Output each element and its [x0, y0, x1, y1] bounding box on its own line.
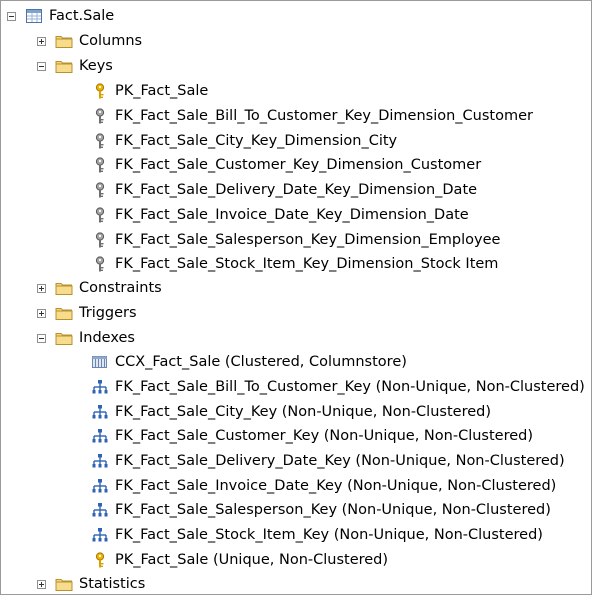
tree-node-label: Triggers: [79, 305, 137, 321]
expand-toggle[interactable]: [37, 308, 46, 318]
tree-node-label: FK_Fact_Sale_Bill_To_Customer_Key (Non-U…: [115, 379, 585, 395]
tree-node-label: FK_Fact_Sale_Customer_Key (Non-Unique, N…: [115, 428, 534, 444]
folder-icon: [55, 305, 73, 321]
foreign-key-icon: [91, 232, 109, 248]
tree-folder-indexes[interactable]: Indexes: [37, 326, 135, 351]
foreign-key-icon: [91, 207, 109, 223]
foreign-key-icon: [91, 157, 109, 173]
nonclustered-index-icon: [91, 527, 109, 543]
tree-folder-constraints[interactable]: Constraints: [37, 276, 162, 301]
tree-node-label: FK_Fact_Sale_City_Key_Dimension_City: [115, 133, 398, 149]
tree-node-label: Statistics: [79, 576, 146, 592]
tree-folder-triggers[interactable]: Triggers: [37, 301, 137, 326]
tree-node-label: FK_Fact_Sale_Salesperson_Key (Non-Unique…: [115, 502, 551, 518]
tree-node-nonclustered-index[interactable]: FK_Fact_Sale_Stock_Item_Key (Non-Unique,…: [91, 523, 543, 548]
tree-node-nonclustered-index[interactable]: FK_Fact_Sale_Delivery_Date_Key (Non-Uniq…: [91, 449, 565, 474]
tree-node-label: Fact.Sale: [49, 8, 115, 24]
table-icon: [25, 8, 43, 24]
nonclustered-index-icon: [91, 379, 109, 395]
tree-node-label: Columns: [79, 33, 143, 49]
folder-icon: [55, 280, 73, 296]
tree-node-nonclustered-index[interactable]: FK_Fact_Sale_Customer_Key (Non-Unique, N…: [91, 424, 533, 449]
primary-key-icon: [91, 83, 109, 99]
tree-node-foreign-key[interactable]: FK_Fact_Sale_Customer_Key_Dimension_Cust…: [91, 153, 481, 178]
expand-toggle[interactable]: [37, 36, 46, 46]
tree-node-label: FK_Fact_Sale_Stock_Item_Key (Non-Unique,…: [115, 527, 543, 543]
collapse-toggle[interactable]: [7, 11, 16, 21]
tree-node-label: FK_Fact_Sale_City_Key (Non-Unique, Non-C…: [115, 404, 491, 420]
tree-node-label: FK_Fact_Sale_Delivery_Date_Key_Dimension…: [115, 182, 478, 198]
nonclustered-index-icon: [91, 404, 109, 420]
expand-toggle[interactable]: [37, 579, 46, 589]
nonclustered-index-icon: [91, 428, 109, 444]
nonclustered-index-icon: [91, 478, 109, 494]
tree-node-foreign-key[interactable]: FK_Fact_Sale_Salesperson_Key_Dimension_E…: [91, 228, 500, 253]
expand-toggle[interactable]: [37, 283, 46, 293]
tree-node-label: FK_Fact_Sale_Delivery_Date_Key (Non-Uniq…: [115, 453, 565, 469]
tree-node-label: FK_Fact_Sale_Salesperson_Key_Dimension_E…: [115, 232, 501, 248]
nonclustered-index-icon: [91, 453, 109, 469]
tree-node-nonclustered-index[interactable]: FK_Fact_Sale_City_Key (Non-Unique, Non-C…: [91, 400, 491, 425]
tree-node-label: FK_Fact_Sale_Invoice_Date_Key (Non-Uniqu…: [115, 478, 557, 494]
tree-node-nonclustered-index[interactable]: FK_Fact_Sale_Invoice_Date_Key (Non-Uniqu…: [91, 474, 556, 499]
collapse-toggle[interactable]: [37, 61, 46, 71]
tree-folder-statistics[interactable]: Statistics: [37, 572, 146, 594]
tree-node-primary-key-index[interactable]: PK_Fact_Sale (Unique, Non-Clustered): [91, 548, 388, 573]
tree-node-label: Constraints: [79, 280, 162, 296]
collapse-toggle[interactable]: [37, 333, 46, 343]
tree-node-label: FK_Fact_Sale_Stock_Item_Key_Dimension_St…: [115, 256, 499, 272]
tree-node-nonclustered-index[interactable]: FK_Fact_Sale_Bill_To_Customer_Key (Non-U…: [91, 375, 585, 400]
tree-folder-columns[interactable]: Columns: [37, 29, 142, 54]
tree-node-label: Indexes: [79, 330, 135, 346]
tree-node-fact-sale[interactable]: Fact.Sale: [7, 4, 114, 29]
foreign-key-icon: [91, 108, 109, 124]
folder-icon: [55, 33, 73, 49]
tree-node-foreign-key[interactable]: FK_Fact_Sale_Stock_Item_Key_Dimension_St…: [91, 252, 498, 277]
folder-icon: [55, 576, 73, 592]
tree-node-label: PK_Fact_Sale: [115, 83, 209, 99]
tree-node-nonclustered-index[interactable]: FK_Fact_Sale_Salesperson_Key (Non-Unique…: [91, 498, 551, 523]
tree-node-columnstore-index[interactable]: CCX_Fact_Sale (Clustered, Columnstore): [91, 350, 407, 375]
tree-node-foreign-key[interactable]: FK_Fact_Sale_Delivery_Date_Key_Dimension…: [91, 178, 477, 203]
foreign-key-icon: [91, 182, 109, 198]
tree-node-foreign-key[interactable]: FK_Fact_Sale_City_Key_Dimension_City: [91, 129, 397, 154]
tree-node-foreign-key[interactable]: FK_Fact_Sale_Invoice_Date_Key_Dimension_…: [91, 203, 469, 228]
tree-folder-keys[interactable]: Keys: [37, 54, 113, 79]
nonclustered-index-icon: [91, 502, 109, 518]
tree-node-label: FK_Fact_Sale_Bill_To_Customer_Key_Dimens…: [115, 108, 533, 124]
tree-node-label: FK_Fact_Sale_Invoice_Date_Key_Dimension_…: [115, 207, 469, 223]
folder-icon: [55, 58, 73, 74]
columnstore-index-icon: [91, 354, 109, 370]
tree-node-foreign-key[interactable]: FK_Fact_Sale_Bill_To_Customer_Key_Dimens…: [91, 104, 533, 129]
foreign-key-icon: [91, 256, 109, 272]
primary-key-icon: [91, 552, 109, 568]
foreign-key-icon: [91, 133, 109, 149]
folder-icon: [55, 330, 73, 346]
tree-node-label: Keys: [79, 58, 113, 74]
tree-node-label: FK_Fact_Sale_Customer_Key_Dimension_Cust…: [115, 157, 482, 173]
object-explorer-tree: Fact.Sale Columns Keys PK_Fact_Sale FK_F…: [0, 0, 592, 595]
tree-node-label: CCX_Fact_Sale (Clustered, Columnstore): [115, 354, 407, 370]
tree-node-label: PK_Fact_Sale (Unique, Non-Clustered): [115, 552, 389, 568]
tree-node-primary-key[interactable]: PK_Fact_Sale: [91, 79, 208, 104]
